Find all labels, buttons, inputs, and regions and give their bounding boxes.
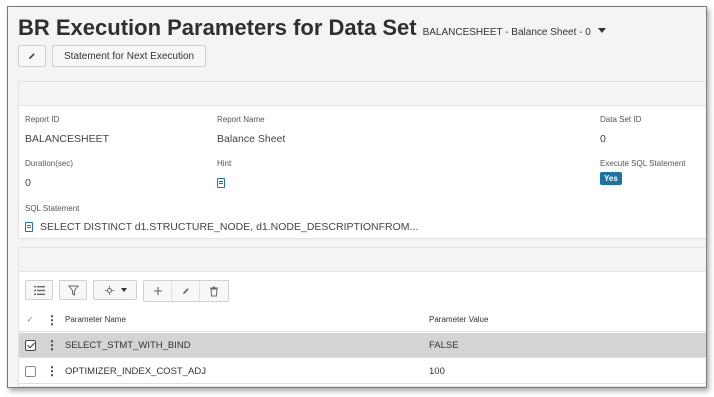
dataset-selector[interactable]: BALANCESHEET - Balance Sheet - 0	[423, 27, 591, 38]
parameter-value-cell: 100	[429, 365, 445, 377]
row-menu-icon[interactable]: ⋮	[46, 365, 58, 377]
grid-toolbar	[25, 280, 229, 302]
edit-button[interactable]	[18, 45, 46, 67]
execute-sql-badge: Yes	[600, 172, 622, 185]
chevron-down-icon[interactable]	[597, 28, 606, 33]
app-window: BR Execution Parameters for Data Set BAL…	[7, 6, 707, 388]
details-card: Report ID BALANCESHEET Report Name Balan…	[18, 81, 706, 239]
table-row[interactable]: ⋮ OPTIMIZER_INDEX_COST_ADJ 100	[19, 359, 706, 384]
hint-label: Hint	[217, 159, 232, 168]
page-title: BR Execution Parameters for Data Set	[18, 15, 417, 40]
row-checkbox[interactable]	[24, 365, 36, 377]
data-set-id-label: Data Set ID	[600, 115, 642, 124]
data-set-id-value: 0	[600, 133, 606, 145]
parameter-name-cell: SELECT_STMT_WITH_BIND	[65, 339, 191, 351]
list-view-button[interactable]	[25, 280, 53, 300]
duration-label: Duration(sec)	[25, 159, 74, 168]
column-menu-icon[interactable]: ⋮	[46, 314, 58, 326]
sql-statement-label: SQL Statement	[25, 204, 80, 213]
page-header: BR Execution Parameters for Data Set BAL…	[18, 15, 606, 41]
parameter-name-cell: OPTIMIZER_INDEX_COST_ADJ	[65, 365, 206, 377]
page-toolbar: Statement for Next Execution	[18, 45, 207, 67]
sql-statement-field: SQL Statement SELECT DISTINCT d1.STRUCTU…	[25, 204, 418, 233]
pencil-icon	[29, 53, 35, 59]
grid-header-row: ✓ ⋮ Parameter Name Parameter Value	[19, 308, 706, 332]
sql-statement-value[interactable]: SELECT DISTINCT d1.STRUCTURE_NODE, d1.NO…	[40, 221, 418, 233]
trash-icon	[210, 286, 218, 296]
report-id-label: Report ID	[25, 115, 60, 124]
filter-button[interactable]	[59, 280, 87, 300]
execute-sql-label: Execute SQL Statement	[600, 159, 686, 168]
add-row-button[interactable]	[144, 281, 172, 301]
delete-row-button[interactable]	[200, 281, 228, 301]
pencil-icon	[182, 288, 189, 294]
parameter-value-cell: FALSE	[429, 339, 459, 351]
row-menu-icon[interactable]: ⋮	[46, 339, 58, 351]
table-row[interactable]: ⋮ SELECT_STMT_WITH_BIND FALSE	[19, 333, 706, 358]
document-icon[interactable]	[25, 222, 33, 232]
report-name-label: Report Name	[217, 115, 265, 124]
settings-icon	[104, 285, 114, 295]
select-all-checkbox[interactable]: ✓	[27, 315, 34, 324]
settings-dropdown-button[interactable]	[93, 280, 137, 300]
statement-for-next-execution-button[interactable]: Statement for Next Execution	[52, 45, 207, 67]
row-actions-group	[143, 280, 229, 302]
report-id-field: Report ID BALANCESHEET	[25, 115, 109, 145]
add-icon	[153, 287, 162, 295]
report-name-value: Balance Sheet	[217, 133, 286, 145]
hint-field: Hint	[217, 159, 231, 189]
data-set-id-field: Data Set ID 0	[600, 115, 641, 145]
parameters-grid-card: ✓ ⋮ Parameter Name Parameter Value ⋮ SEL…	[18, 247, 706, 387]
duration-field: Duration(sec) 0	[25, 159, 73, 189]
chevron-down-icon	[120, 288, 127, 292]
column-header-parameter-name[interactable]: Parameter Name	[63, 315, 427, 324]
duration-value: 0	[25, 177, 31, 189]
execute-sql-field: Execute SQL Statement Yes	[600, 159, 686, 185]
filter-icon	[67, 285, 79, 296]
edit-row-button[interactable]	[172, 281, 200, 301]
report-id-value: BALANCESHEET	[25, 133, 110, 145]
grid-card-header	[19, 248, 706, 272]
list-icon	[33, 285, 45, 295]
column-header-parameter-value[interactable]: Parameter Value	[427, 315, 706, 324]
row-checkbox[interactable]	[24, 339, 36, 351]
details-card-header	[19, 82, 706, 106]
document-icon[interactable]	[217, 178, 225, 189]
report-name-field: Report Name Balance Sheet	[217, 115, 285, 145]
